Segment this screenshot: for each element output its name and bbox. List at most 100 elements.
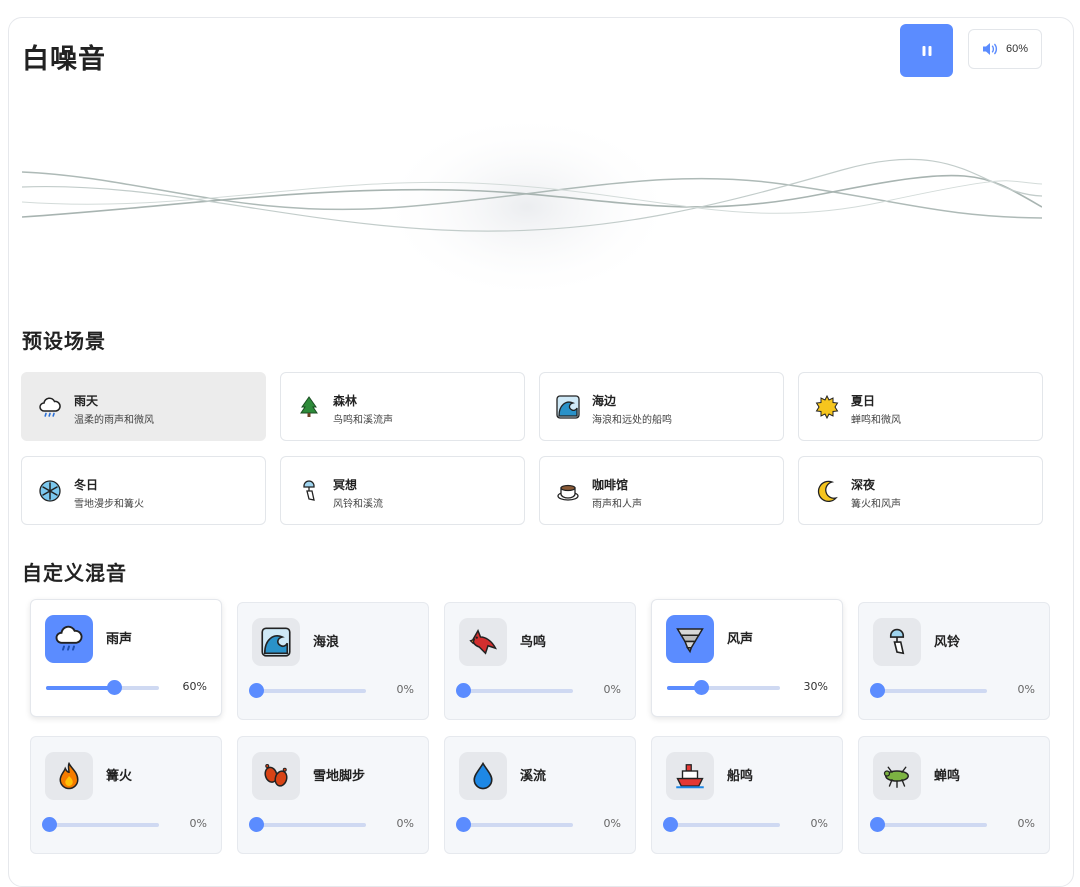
volume-slider[interactable] (663, 817, 780, 832)
slider-thumb[interactable] (456, 817, 471, 832)
wind-chime-icon (303, 480, 315, 501)
sound-icon-box[interactable] (252, 752, 300, 800)
volume-percent: 0% (603, 683, 621, 696)
sound-icon-box[interactable] (45, 752, 93, 800)
sound-name: 溪流 (520, 769, 547, 784)
sound-card-waves: 海浪 0% (237, 602, 429, 720)
preset-summer[interactable]: 夏日 蝉鸣和微风 (798, 372, 1043, 441)
sound-name: 雨声 (106, 632, 133, 647)
volume-percent: 0% (810, 817, 828, 830)
slider-thumb[interactable] (42, 817, 57, 832)
sound-name: 船鸣 (727, 769, 754, 784)
sound-name: 海浪 (313, 635, 340, 650)
pause-icon (922, 45, 931, 56)
sound-icon-box[interactable] (459, 618, 507, 666)
sound-icon-box[interactable] (252, 618, 300, 666)
volume-slider[interactable] (870, 683, 987, 698)
snowflake-icon (39, 480, 61, 502)
mixer-title: 自定义混音 (22, 561, 127, 585)
slider-fill (46, 686, 114, 690)
sound-card-wind-chime: 风铃 0% (858, 602, 1050, 720)
tornado-icon (676, 628, 704, 654)
preset-name: 深夜 (851, 478, 876, 492)
volume-percent: 0% (603, 817, 621, 830)
preset-meditation[interactable]: 冥想 风铃和溪流 (280, 456, 525, 525)
volume-percent: 0% (396, 817, 414, 830)
slider-thumb[interactable] (870, 817, 885, 832)
volume-slider[interactable] (456, 683, 573, 698)
preset-desc: 篝火和风声 (851, 499, 901, 510)
page-title: 白噪音 (22, 44, 106, 75)
preset-desc: 海浪和远处的船鸣 (592, 415, 672, 426)
slider-thumb[interactable] (693, 680, 709, 695)
preset-name: 咖啡馆 (592, 478, 629, 492)
cardinal-bird-icon (469, 629, 497, 655)
fire-icon (59, 761, 79, 790)
ocean-wave-icon (261, 627, 291, 657)
ocean-wave-icon (556, 395, 580, 419)
volume-slider[interactable] (667, 680, 780, 695)
preset-desc: 鸟鸣和溪流声 (333, 415, 393, 426)
sound-card-rain: 雨声 60% (30, 599, 222, 717)
volume-percent: 30% (803, 680, 828, 693)
sound-card-campfire: 篝火 0% (30, 736, 222, 854)
sound-icon-box[interactable] (45, 615, 93, 663)
volume-slider[interactable] (249, 683, 366, 698)
footprints-icon (264, 763, 288, 787)
volume-slider[interactable] (46, 680, 159, 695)
sun-icon (815, 395, 839, 419)
preset-forest[interactable]: 森林 鸟鸣和溪流声 (280, 372, 525, 441)
water-drop-icon (473, 761, 493, 790)
preset-desc: 雨声和人声 (592, 499, 642, 510)
volume-level: 60% (1005, 43, 1029, 55)
header: 白噪音 60% (22, 24, 1058, 94)
slider-thumb[interactable] (456, 683, 471, 698)
volume-percent: 0% (189, 817, 207, 830)
sound-card-birds: 鸟鸣 0% (444, 602, 636, 720)
volume-slider[interactable] (249, 817, 366, 832)
preset-name: 冬日 (74, 478, 99, 492)
slider-thumb[interactable] (106, 680, 122, 695)
slider-thumb[interactable] (249, 817, 264, 832)
sound-icon-box[interactable] (666, 752, 714, 800)
sound-card-stream: 溪流 0% (444, 736, 636, 854)
preset-name: 夏日 (851, 394, 876, 408)
coffee-cup-icon (557, 484, 579, 501)
pause-button[interactable] (900, 24, 953, 77)
volume-slider[interactable] (42, 817, 159, 832)
preset-late-night[interactable]: 深夜 篝火和风声 (798, 456, 1043, 525)
sound-icon-box[interactable] (873, 752, 921, 800)
volume-percent: 0% (1017, 817, 1035, 830)
sound-icon-box[interactable] (459, 752, 507, 800)
sound-card-cicada: 蝉鸣 0% (858, 736, 1050, 854)
cloud-rain-icon (39, 397, 61, 417)
slider-thumb[interactable] (663, 817, 678, 832)
sound-name: 蝉鸣 (934, 769, 961, 784)
preset-winter[interactable]: 冬日 雪地漫步和篝火 (21, 456, 266, 525)
volume-slider[interactable] (870, 817, 987, 832)
sound-icon-box[interactable] (873, 618, 921, 666)
sound-card-snow-steps: 雪地脚步 0% (237, 736, 429, 854)
sound-name: 鸟鸣 (520, 635, 547, 650)
preset-name: 雨天 (74, 394, 99, 408)
preset-seaside[interactable]: 海边 海浪和远处的船鸣 (539, 372, 784, 441)
slider-thumb[interactable] (870, 683, 885, 698)
preset-cafe[interactable]: 咖啡馆 雨声和人声 (539, 456, 784, 525)
volume-button[interactable]: 60% (968, 29, 1042, 69)
sound-name: 篝火 (106, 769, 133, 784)
speaker-icon (982, 43, 998, 55)
preset-name: 森林 (333, 394, 358, 408)
preset-name: 海边 (592, 394, 617, 408)
sound-name: 风声 (727, 632, 754, 647)
slider-thumb[interactable] (249, 683, 264, 698)
preset-desc: 蝉鸣和微风 (851, 415, 901, 426)
sound-card-wind: 风声 30% (651, 599, 843, 717)
volume-percent: 60% (182, 680, 207, 693)
wind-chime-icon (889, 628, 905, 655)
preset-rainy[interactable]: 雨天 温柔的雨声和微风 (21, 372, 266, 441)
sound-card-ship-horn: 船鸣 0% (651, 736, 843, 854)
evergreen-tree-icon (300, 396, 318, 417)
volume-slider[interactable] (456, 817, 573, 832)
sound-icon-box[interactable] (666, 615, 714, 663)
presets-title: 预设场景 (22, 329, 106, 353)
